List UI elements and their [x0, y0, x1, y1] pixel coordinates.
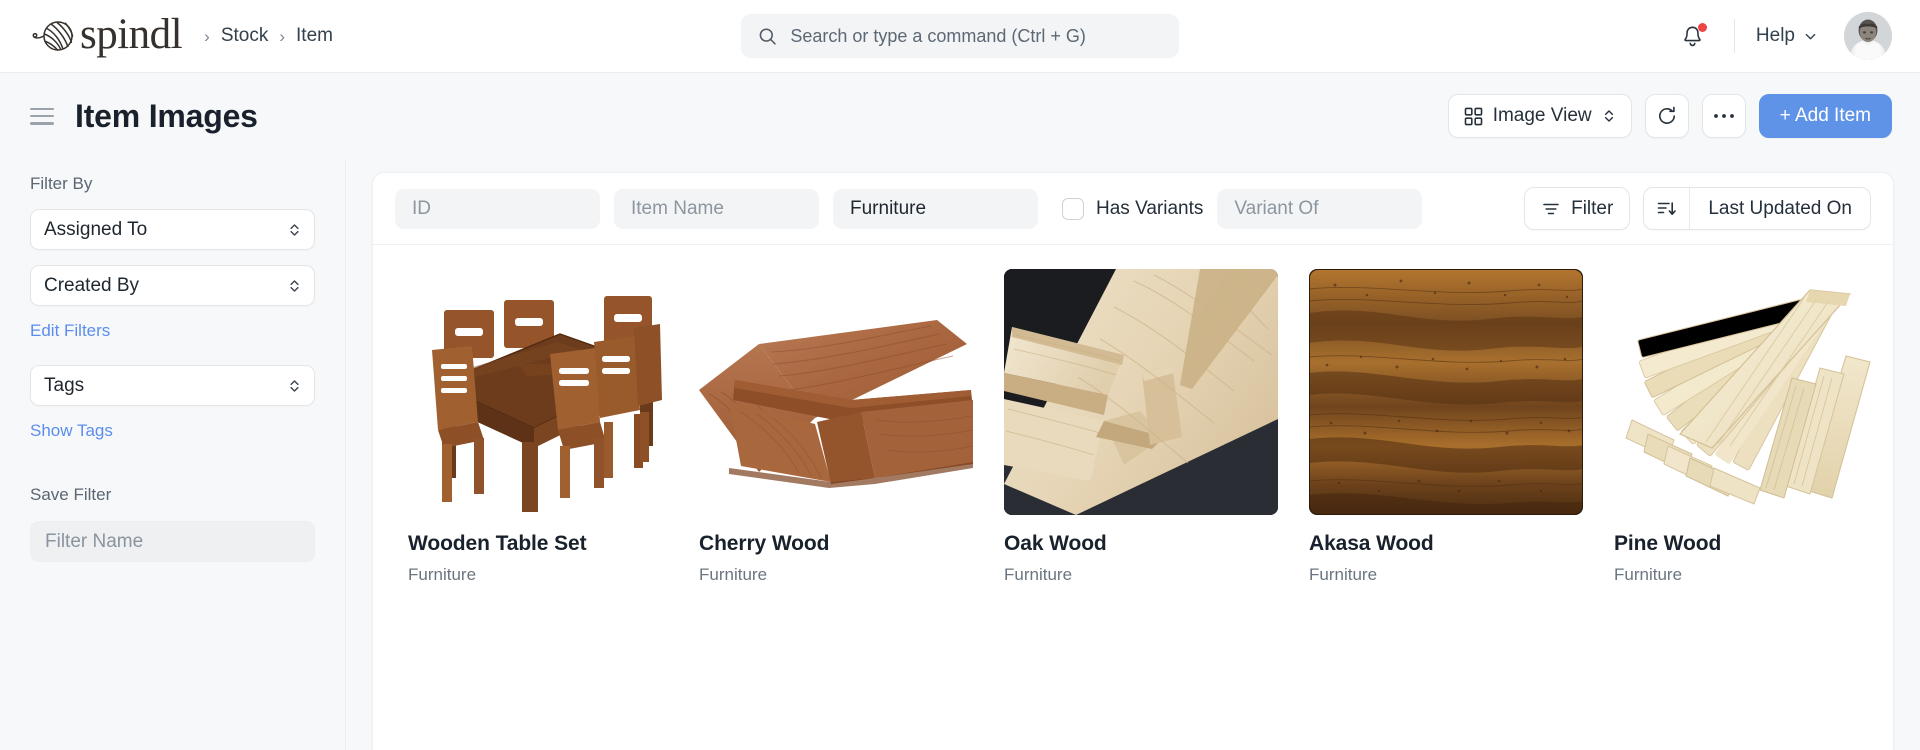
akasa-wood-grain-photo [1309, 269, 1583, 515]
items-panel: Has Variants Filter [372, 172, 1894, 750]
wooden-table-set-photo [408, 272, 668, 512]
page-title: Item Images [75, 98, 258, 135]
item-title: Akasa Wood [1309, 532, 1583, 556]
search-input[interactable] [790, 26, 1162, 47]
chevron-updown-icon [1602, 107, 1616, 125]
item-group-filter-input[interactable] [833, 189, 1038, 229]
main-content: Has Variants Filter [346, 159, 1920, 750]
chevron-updown-icon [288, 377, 301, 395]
item-thumbnail [1309, 269, 1583, 515]
help-menu[interactable]: Help [1754, 21, 1820, 51]
edit-filters-link[interactable]: Edit Filters [30, 321, 315, 341]
sidebar-filter-created-by[interactable]: Created By [30, 265, 315, 306]
sort-descending-icon [1656, 198, 1677, 219]
filter-icon [1541, 199, 1561, 219]
item-group: Furniture [1004, 565, 1278, 585]
more-options-button[interactable] [1702, 94, 1746, 138]
chevron-down-icon [1803, 29, 1818, 44]
yarn-ball-icon [30, 16, 82, 56]
chevron-updown-icon [288, 221, 301, 239]
hamburger-menu-icon[interactable] [30, 108, 54, 125]
top-navbar: spindl › Stock › Item Help [0, 0, 1920, 73]
item-card[interactable]: Oak Wood Furniture [989, 269, 1293, 585]
item-thumbnail [408, 269, 668, 515]
sort-control: Last Updated On [1643, 187, 1871, 230]
assigned-to-label: Assigned To [44, 219, 147, 241]
filter-button-label: Filter [1571, 198, 1613, 220]
grid-view-icon [1464, 107, 1483, 126]
item-card[interactable]: Cherry Wood Furniture [684, 269, 988, 585]
ellipsis-icon [1713, 113, 1735, 119]
filter-bar: Has Variants Filter [373, 173, 1893, 245]
search-icon [758, 26, 777, 47]
item-card[interactable]: Wooden Table Set Furniture [393, 269, 683, 585]
variant-of-filter-input[interactable] [1217, 189, 1422, 229]
item-card[interactable]: Akasa Wood Furniture [1294, 269, 1598, 585]
add-item-label: + Add Item [1780, 105, 1871, 127]
notification-dot [1698, 23, 1707, 32]
item-title: Pine Wood [1614, 532, 1888, 556]
user-avatar [1844, 12, 1892, 60]
item-group: Furniture [1309, 565, 1583, 585]
item-grid: Wooden Table Set Furniture [373, 245, 1893, 750]
item-card[interactable]: Pine Wood Furniture [1599, 269, 1893, 585]
help-label: Help [1756, 25, 1795, 47]
breadcrumb-item-item[interactable]: Item [296, 25, 333, 47]
sidebar-filter-assigned-to[interactable]: Assigned To [30, 209, 315, 250]
notifications-button[interactable] [1670, 18, 1715, 55]
search-box[interactable] [741, 14, 1179, 58]
has-variants-filter[interactable]: Has Variants [1062, 198, 1203, 220]
item-thumbnail [1614, 269, 1888, 515]
navbar-right-actions: Help [1670, 12, 1892, 60]
filter-bar-actions: Filter Last Updated On [1524, 187, 1871, 230]
item-group: Furniture [408, 565, 668, 585]
filter-button[interactable]: Filter [1524, 187, 1630, 230]
avatar[interactable] [1844, 12, 1892, 60]
filter-sidebar: Filter By Assigned To Created By Edit Fi… [0, 159, 346, 750]
breadcrumb-item-stock[interactable]: Stock [221, 25, 269, 47]
pine-wood-planks-photo [1614, 272, 1888, 512]
tags-label: Tags [44, 375, 84, 397]
oak-wood-planks-photo [1004, 269, 1278, 515]
item-thumbnail [699, 269, 973, 515]
has-variants-checkbox[interactable] [1062, 198, 1084, 220]
has-variants-label: Has Variants [1096, 198, 1203, 220]
sidebar-filter-tags[interactable]: Tags [30, 365, 315, 406]
breadcrumb-separator-2: › [279, 28, 285, 45]
add-item-button[interactable]: + Add Item [1759, 94, 1892, 138]
sort-direction-button[interactable] [1644, 188, 1690, 229]
item-title: Oak Wood [1004, 532, 1278, 556]
item-group: Furniture [1614, 565, 1888, 585]
filter-by-label: Filter By [30, 174, 315, 194]
page-body: Filter By Assigned To Created By Edit Fi… [0, 159, 1920, 750]
page-header: Item Images Image View [0, 73, 1920, 159]
id-filter-input[interactable] [395, 189, 600, 229]
global-search [741, 14, 1179, 58]
filter-name-input[interactable] [30, 521, 315, 562]
item-group: Furniture [699, 565, 973, 585]
brand-name: spindl [80, 13, 182, 56]
view-switcher-label: Image View [1493, 105, 1592, 127]
item-thumbnail [1004, 269, 1278, 515]
cherry-wood-planks-photo [699, 272, 973, 512]
item-name-filter-input[interactable] [614, 189, 819, 229]
breadcrumb: › Stock › Item [204, 25, 333, 47]
item-title: Wooden Table Set [408, 532, 668, 556]
navbar-divider [1734, 19, 1735, 53]
sort-field-selector[interactable]: Last Updated On [1690, 198, 1870, 220]
refresh-icon [1656, 105, 1678, 127]
chevron-updown-icon [288, 277, 301, 295]
view-switcher-button[interactable]: Image View [1448, 94, 1632, 138]
item-title: Cherry Wood [699, 532, 973, 556]
created-by-label: Created By [44, 275, 139, 297]
refresh-button[interactable] [1645, 94, 1689, 138]
page-header-actions: Image View + Add Item [1448, 94, 1892, 138]
breadcrumb-separator-1: › [204, 28, 210, 45]
show-tags-link[interactable]: Show Tags [30, 421, 315, 441]
brand-logo[interactable]: spindl [30, 16, 182, 56]
save-filter-label: Save Filter [30, 485, 315, 505]
